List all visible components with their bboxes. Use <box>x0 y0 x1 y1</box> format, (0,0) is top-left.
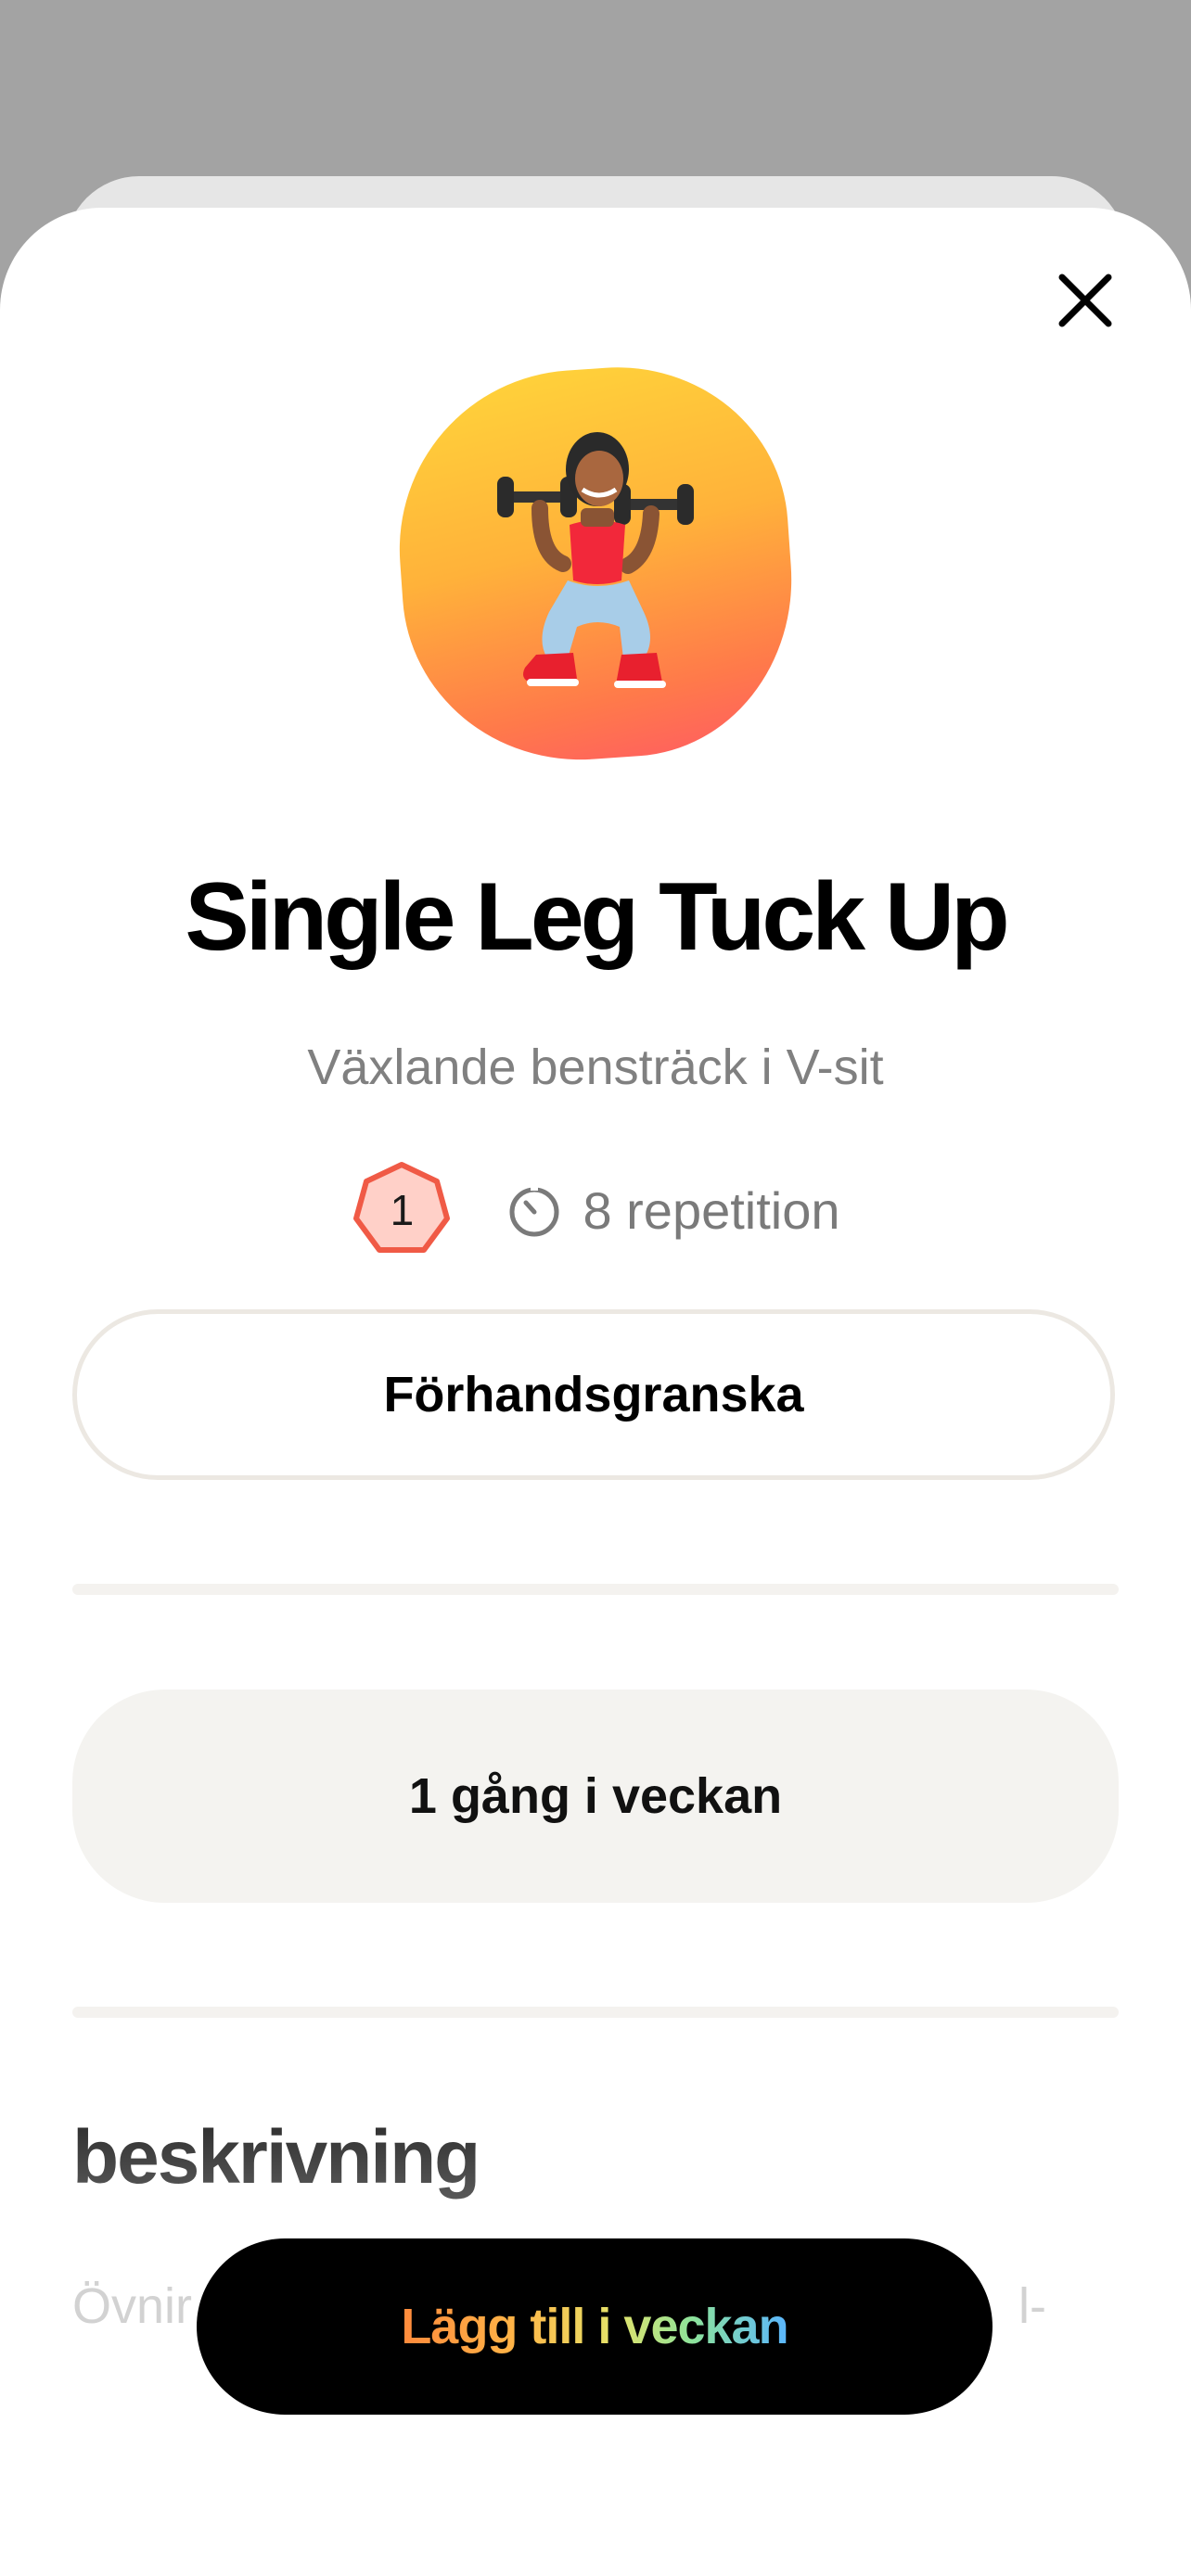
frequency-selector[interactable]: 1 gång i veckan <box>72 1690 1119 1903</box>
exercise-title: Single Leg Tuck Up <box>185 863 1009 971</box>
close-icon <box>1058 274 1112 327</box>
divider <box>72 2007 1119 2018</box>
close-button[interactable] <box>1052 267 1119 334</box>
timer-icon <box>509 1185 559 1237</box>
description-text-end: l- <box>1018 2278 1046 2334</box>
level-badge: 1 <box>351 1159 453 1261</box>
athlete-figure <box>497 432 694 688</box>
exercise-subtitle: Växlande bensträck i V-sit <box>307 1039 884 1095</box>
exercise-illustration <box>387 355 804 772</box>
reps-info: 8 repetition <box>506 1180 840 1241</box>
screen: Single Leg Tuck Up Växlande bensträck i … <box>0 0 1191 2576</box>
add-to-week-label: Lägg till i veckan <box>401 2299 788 2354</box>
preview-button[interactable]: Förhandsgranska <box>72 1309 1115 1480</box>
divider <box>72 1584 1119 1595</box>
level-value: 1 <box>390 1186 415 1234</box>
add-to-week-button[interactable]: Lägg till i veckan <box>197 2238 992 2415</box>
reps-text: 8 repetition <box>583 1180 840 1240</box>
exercise-meta: 1 8 repetition <box>0 1159 1191 1261</box>
description-heading: beskrivning <box>72 2115 480 2200</box>
description-text-start: Övnir <box>72 2278 193 2334</box>
